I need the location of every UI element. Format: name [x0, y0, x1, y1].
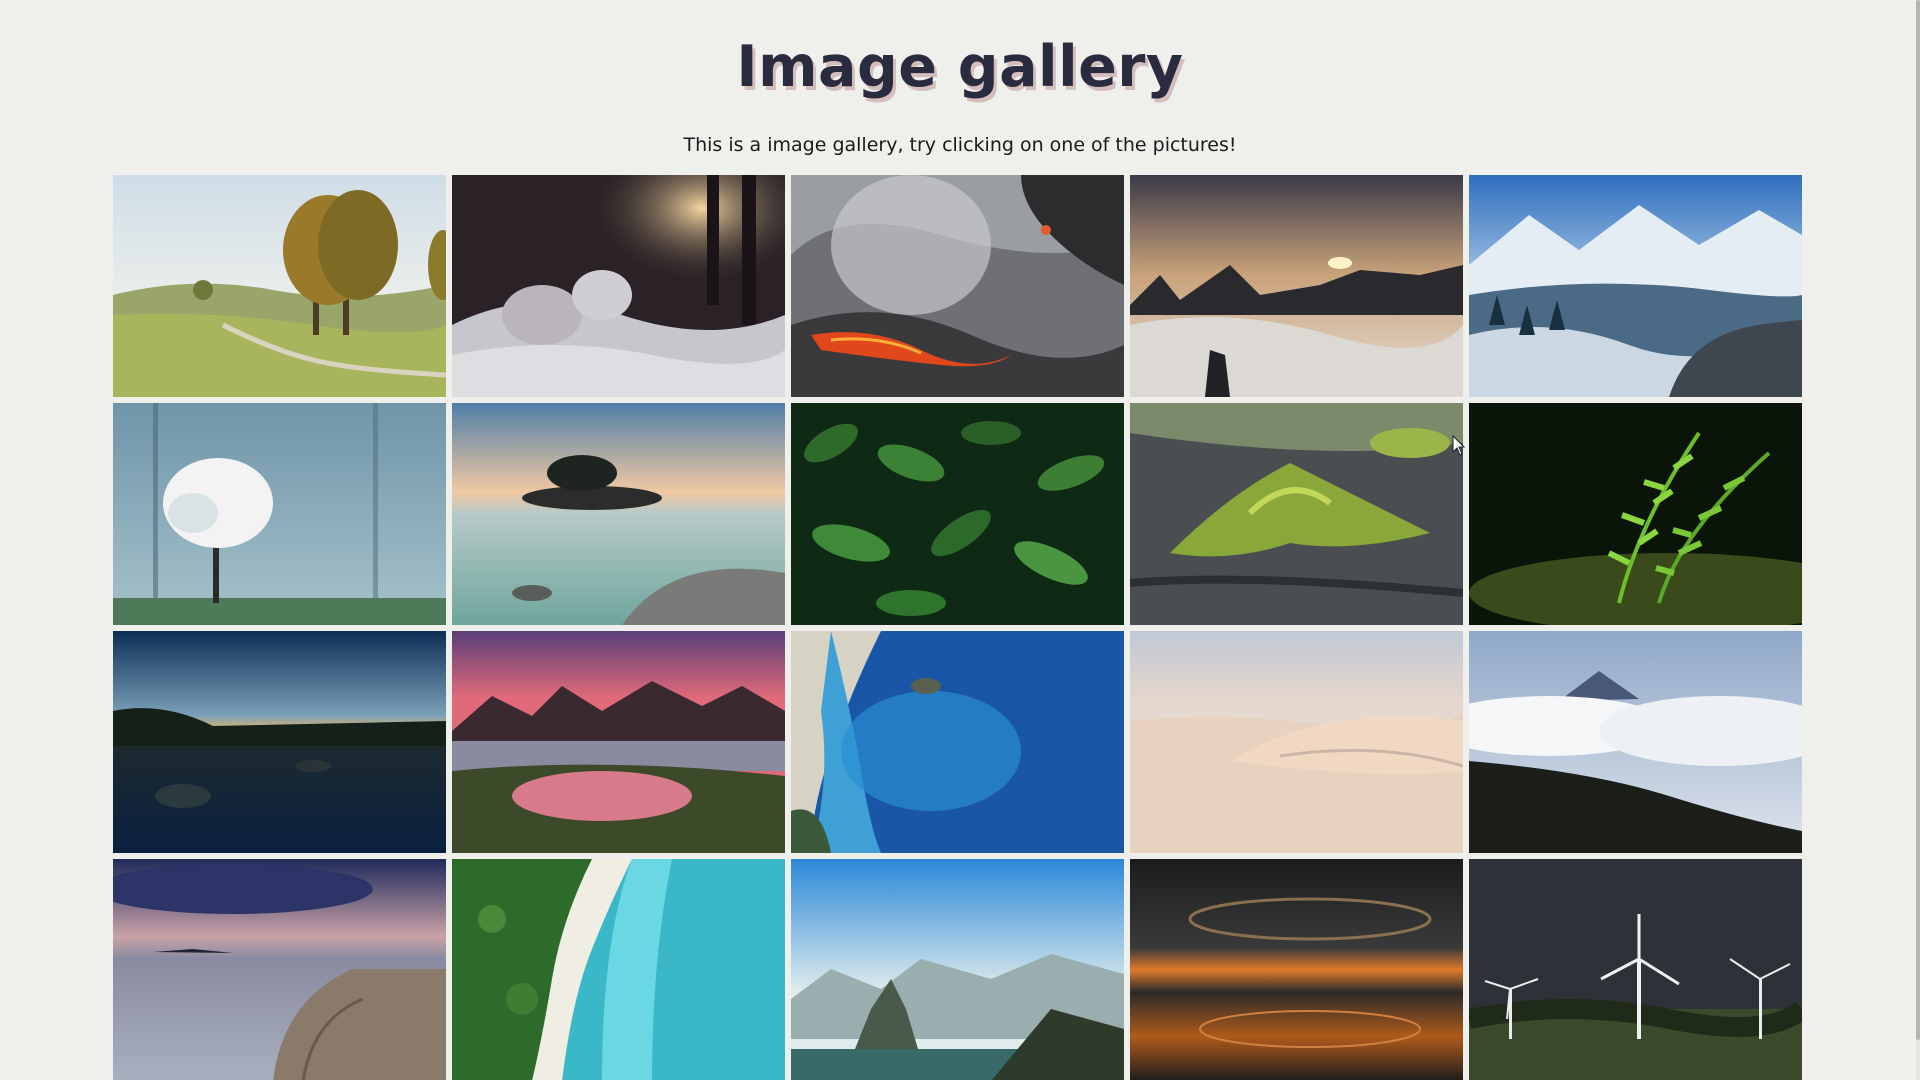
- gallery-image-turquoise-beach[interactable]: [452, 859, 785, 1080]
- gallery-image-pink-sky-mountains[interactable]: [452, 631, 785, 853]
- gallery-image-snowy-mountain-road[interactable]: [1469, 175, 1802, 397]
- gallery-image-rocky-shore-dusk[interactable]: [113, 859, 446, 1080]
- page-subtitle: This is a image gallery, try clicking on…: [683, 134, 1237, 156]
- gallery-page: Image gallery This is a image gallery, t…: [0, 0, 1920, 1080]
- gallery-image-snowy-forest[interactable]: [452, 175, 785, 397]
- gallery-image-mountain-above-clouds[interactable]: [1469, 631, 1802, 853]
- image-grid: [113, 175, 1803, 1080]
- page-title: Image gallery: [736, 34, 1184, 100]
- gallery-image-white-sand-dunes[interactable]: [1130, 631, 1463, 853]
- gallery-image-rocky-islet[interactable]: [452, 403, 785, 625]
- gallery-image-blue-coast[interactable]: [791, 631, 1124, 853]
- gallery-image-lake-twilight[interactable]: [113, 631, 446, 853]
- scrollbar-thumb[interactable]: [1916, 0, 1920, 1040]
- gallery-image-mountain-peaks-clouds[interactable]: [1130, 175, 1463, 397]
- gallery-image-lava-ocean[interactable]: [791, 175, 1124, 397]
- vertical-scrollbar[interactable]: [1916, 0, 1920, 1080]
- gallery-image-sunset-cloud-reflection[interactable]: [1130, 859, 1463, 1080]
- gallery-image-wind-turbines[interactable]: [1469, 859, 1802, 1080]
- gallery-image-misty-blossom-tree[interactable]: [113, 403, 446, 625]
- gallery-image-green-volcanic-hills[interactable]: [1130, 403, 1463, 625]
- gallery-image-fern-sprout[interactable]: [1469, 403, 1802, 625]
- gallery-image-autumn-trees[interactable]: [113, 175, 446, 397]
- gallery-image-green-jungle[interactable]: [791, 403, 1124, 625]
- gallery-image-rio-mountains[interactable]: [791, 859, 1124, 1080]
